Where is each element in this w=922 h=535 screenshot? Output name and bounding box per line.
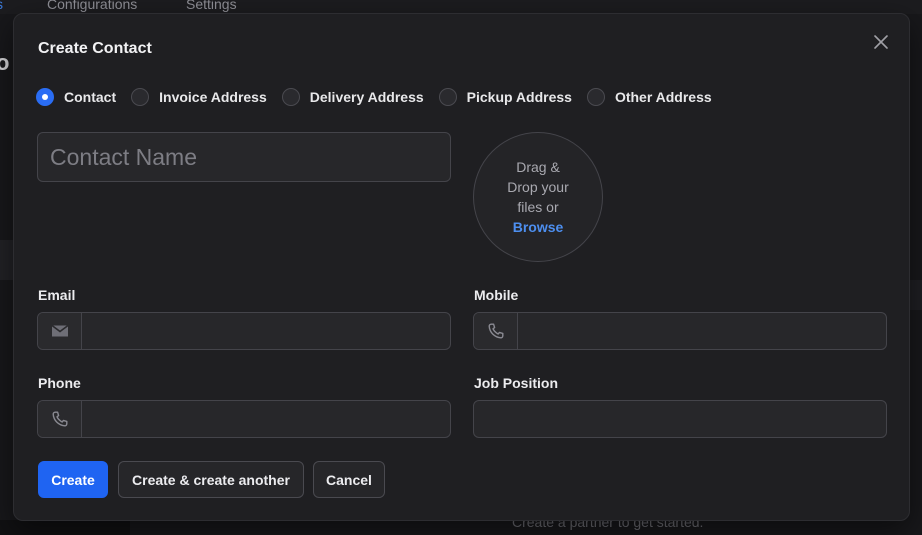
radio-label: Delivery Address xyxy=(309,89,424,105)
radio-invoice-address[interactable]: Invoice Address xyxy=(131,88,267,106)
phone-icon xyxy=(52,411,67,427)
background-tab[interactable]: s xyxy=(0,0,3,12)
phone-icon xyxy=(488,323,503,339)
dropzone-text: files or xyxy=(517,199,559,215)
background-tab-settings[interactable]: Settings xyxy=(186,0,237,12)
background-topbar: s Configurations Settings xyxy=(0,0,922,14)
close-button[interactable] xyxy=(871,32,891,52)
close-icon xyxy=(874,35,888,49)
radio-button[interactable] xyxy=(281,88,300,106)
radio-contact[interactable]: Contact xyxy=(36,88,116,106)
address-type-radio-group: Contact Invoice Address Delivery Address… xyxy=(36,88,727,106)
phone-input-group xyxy=(37,400,451,438)
radio-label: Invoice Address xyxy=(159,89,267,105)
radio-delivery-address[interactable]: Delivery Address xyxy=(281,88,424,106)
email-field[interactable] xyxy=(82,313,450,349)
radio-label: Contact xyxy=(64,89,117,105)
radio-button[interactable] xyxy=(438,88,457,106)
email-label: Email xyxy=(38,287,76,303)
browse-link[interactable]: Browse xyxy=(513,217,564,237)
create-button[interactable]: Create xyxy=(38,461,108,498)
background-heading: o xyxy=(0,50,10,75)
dropzone-text: Drop your xyxy=(507,179,569,195)
email-addon xyxy=(38,313,82,349)
radio-button[interactable] xyxy=(586,88,605,106)
job-position-input-group xyxy=(473,400,887,438)
envelope-icon xyxy=(51,324,68,337)
job-position-field[interactable] xyxy=(474,401,886,437)
radio-other-address[interactable]: Other Address xyxy=(586,88,712,106)
background-sidebar-edge xyxy=(0,520,130,535)
phone-label: Phone xyxy=(38,375,81,391)
background-stripe xyxy=(0,240,14,280)
avatar-dropzone[interactable]: Drag & Drop your files or Browse xyxy=(473,132,603,262)
phone-field[interactable] xyxy=(82,401,450,437)
mobile-input-group xyxy=(473,312,887,350)
radio-button-checked[interactable] xyxy=(36,88,54,106)
radio-label: Pickup Address xyxy=(466,89,572,105)
dropzone-text: Drag & xyxy=(516,159,560,175)
background-tab-configurations[interactable]: Configurations xyxy=(47,0,137,12)
mobile-addon xyxy=(474,313,518,349)
contact-name-input[interactable] xyxy=(37,132,451,182)
create-contact-modal: Create Contact Contact Invoice Address D… xyxy=(13,13,910,521)
cancel-button[interactable]: Cancel xyxy=(313,461,385,498)
email-input-group xyxy=(37,312,451,350)
modal-title: Create Contact xyxy=(38,40,152,57)
radio-pickup-address[interactable]: Pickup Address xyxy=(438,88,572,106)
radio-label: Other Address xyxy=(614,89,712,105)
mobile-label: Mobile xyxy=(474,287,519,303)
job-position-label: Job Position xyxy=(474,375,558,391)
radio-button[interactable] xyxy=(131,88,150,106)
background-stripe xyxy=(910,280,922,310)
phone-addon xyxy=(38,401,82,437)
mobile-field[interactable] xyxy=(518,313,886,349)
create-and-create-another-button[interactable]: Create & create another xyxy=(118,461,304,498)
